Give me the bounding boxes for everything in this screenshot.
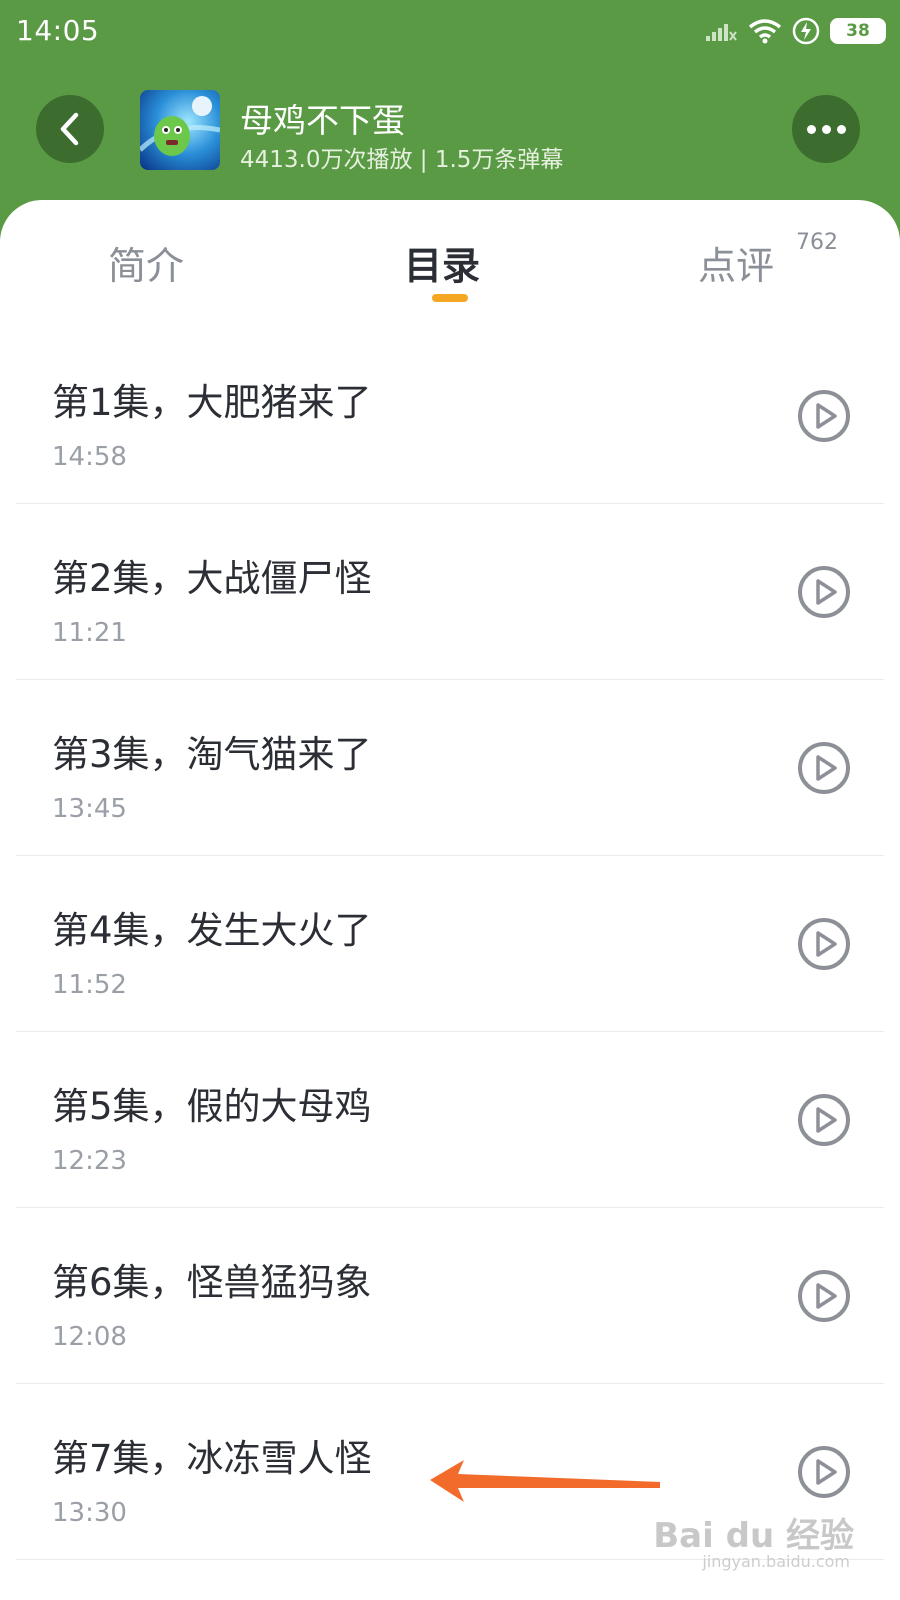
play-circle-icon[interactable] (796, 564, 852, 620)
episode-row[interactable]: 第3集，淘气猫来了 13:45 (16, 680, 884, 856)
episode-title: 第6集，怪兽猛犸象 (52, 1261, 372, 1304)
episode-duration: 11:52 (52, 970, 127, 1000)
watermark-logo: Bai du 经验 (653, 1516, 854, 1556)
signal-icon (706, 24, 737, 41)
show-title: 母鸡不下蛋 (240, 101, 405, 140)
header: 母鸡不下蛋 4413.0万次播放 | 1.5万条弹幕 (0, 62, 900, 202)
reviews-count-badge: 762 (796, 230, 838, 255)
episode-duration: 13:30 (52, 1498, 127, 1528)
episode-row[interactable]: 第2集，大战僵尸怪 11:21 (16, 504, 884, 680)
episode-title: 第1集，大肥猪来了 (52, 381, 372, 424)
back-button[interactable] (36, 95, 104, 163)
episode-duration: 12:08 (52, 1322, 127, 1352)
status-time: 14:05 (16, 14, 100, 47)
play-circle-icon[interactable] (796, 1268, 852, 1324)
show-stats: 4413.0万次播放 | 1.5万条弹幕 (240, 147, 564, 173)
status-icons: 38 (704, 14, 886, 48)
episode-row[interactable]: 第1集，大肥猪来了 14:58 (16, 328, 884, 504)
more-button[interactable] (792, 95, 860, 163)
tab-active-indicator (432, 294, 468, 302)
episode-title: 第7集，冰冻雪人怪 (52, 1437, 372, 1480)
play-circle-icon[interactable] (796, 1444, 852, 1500)
episode-duration: 11:21 (52, 618, 127, 648)
episode-row[interactable]: 第6集，怪兽猛犸象 12:08 (16, 1208, 884, 1384)
episode-duration: 12:23 (52, 1146, 127, 1176)
episode-title: 第3集，淘气猫来了 (52, 733, 372, 776)
tab-bar: 简介 目录 点评 762 (0, 200, 900, 320)
play-circle-icon[interactable] (796, 740, 852, 796)
episode-row[interactable]: 第5集，假的大母鸡 12:23 (16, 1032, 884, 1208)
episode-row[interactable]: 第4集，发生大火了 11:52 (16, 856, 884, 1032)
episode-title: 第5集，假的大母鸡 (52, 1085, 372, 1128)
episode-title: 第4集，发生大火了 (52, 909, 372, 952)
tab-reviews[interactable]: 点评 (698, 235, 774, 290)
episode-duration: 14:58 (52, 442, 127, 472)
watermark-url: jingyan.baidu.com (702, 1552, 850, 1571)
play-circle-icon[interactable] (796, 388, 852, 444)
episode-duration: 13:45 (52, 794, 127, 824)
battery-icon: 38 (830, 18, 886, 44)
annotation-arrow (430, 1460, 660, 1502)
play-circle-icon[interactable] (796, 1092, 852, 1148)
status-bar: 14:05 38 (0, 0, 900, 62)
content-sheet: 简介 目录 点评 762 第1集，大肥猪来了 14:58 第2集，大战僵尸怪 1… (0, 200, 900, 1600)
tab-intro[interactable]: 简介 (108, 235, 184, 290)
more-dots-icon (836, 124, 846, 134)
charging-icon (792, 17, 820, 45)
tab-catalog[interactable]: 目录 (404, 235, 480, 290)
back-arrow-icon (60, 112, 79, 146)
more-dots-icon (821, 124, 831, 134)
play-circle-icon[interactable] (796, 916, 852, 972)
episode-title: 第2集，大战僵尸怪 (52, 557, 372, 600)
wifi-icon (748, 19, 782, 44)
more-dots-icon (806, 124, 816, 134)
episode-list: 第1集，大肥猪来了 14:58 第2集，大战僵尸怪 11:21 第3集，淘气猫来… (16, 328, 884, 1560)
cover-thumbnail[interactable] (140, 90, 220, 170)
